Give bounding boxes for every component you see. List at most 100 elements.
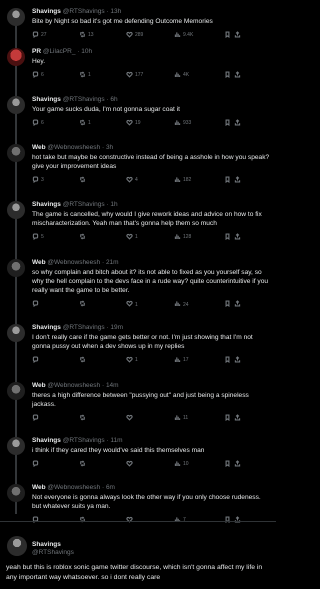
views-button[interactable]: 182 <box>174 176 224 185</box>
avatar[interactable] <box>7 259 25 277</box>
views-button[interactable]: 10 <box>174 460 224 469</box>
tweet-time[interactable]: 21m <box>106 259 119 266</box>
avatar[interactable] <box>7 437 25 455</box>
share-button[interactable] <box>234 30 244 40</box>
reply-button[interactable]: 3 <box>32 176 79 185</box>
author-handle[interactable]: @RTShavings <box>63 324 105 331</box>
reply-button[interactable]: 27 <box>32 31 79 40</box>
avatar[interactable] <box>7 96 25 114</box>
retweet-button[interactable]: 1 <box>79 71 126 80</box>
views-button[interactable]: 9.4K <box>174 31 224 40</box>
tweet-time[interactable]: 3h <box>106 144 113 151</box>
share-button[interactable] <box>234 356 244 365</box>
author-handle[interactable]: @RTShavings <box>63 8 105 15</box>
tweet[interactable]: Shavings @RTShavings · 11m i think if the… <box>0 433 276 469</box>
reply-button[interactable] <box>32 414 79 423</box>
avatar[interactable] <box>7 201 25 219</box>
author-handle[interactable]: @RTShavings <box>63 96 105 103</box>
author-name[interactable]: Shavings <box>32 541 270 549</box>
reply-button[interactable] <box>32 460 79 469</box>
author-handle[interactable]: @Webnowsheesh <box>47 259 100 266</box>
bookmark-button[interactable] <box>224 460 234 469</box>
avatar[interactable] <box>7 48 25 66</box>
bookmark-button[interactable] <box>224 233 234 242</box>
retweet-button[interactable] <box>79 176 126 185</box>
focused-author[interactable]: Shavings @RTShavings <box>32 541 270 557</box>
author-handle[interactable]: @Webnowsheesh <box>47 484 100 491</box>
retweet-button[interactable] <box>79 414 126 423</box>
avatar[interactable] <box>7 484 25 502</box>
tweet[interactable]: Shavings @RTShavings · 19m I don't really… <box>0 320 276 365</box>
author-name[interactable]: Shavings <box>32 437 61 444</box>
like-button[interactable]: 1 <box>126 300 174 309</box>
tweet-time[interactable]: 14m <box>106 382 119 389</box>
views-button[interactable]: 128 <box>174 233 224 242</box>
focused-tweet[interactable]: Shavings @RTShavings yeah but this is ro… <box>0 521 276 583</box>
author-handle[interactable]: @LilacPR_ <box>43 48 76 55</box>
share-button[interactable] <box>234 300 244 309</box>
tweet-time[interactable]: 1h <box>110 201 117 208</box>
avatar[interactable] <box>7 382 25 400</box>
reply-button[interactable]: 5 <box>32 233 79 242</box>
bookmark-button[interactable] <box>224 71 234 80</box>
like-button[interactable]: 19 <box>126 119 174 128</box>
reply-button[interactable] <box>32 356 79 365</box>
views-button[interactable]: 24 <box>174 300 224 309</box>
tweet[interactable]: Web @Webnowsheesh · 21m so why complain a… <box>0 255 276 310</box>
share-button[interactable] <box>234 233 244 242</box>
retweet-button[interactable]: 13 <box>79 31 126 40</box>
author-handle[interactable]: @Webnowsheesh <box>47 144 100 151</box>
bookmark-button[interactable] <box>224 300 234 309</box>
views-button[interactable]: 4K <box>174 71 224 80</box>
share-button[interactable] <box>234 118 244 128</box>
share-button[interactable] <box>234 414 244 423</box>
like-button[interactable]: 1 <box>126 233 174 242</box>
bookmark-button[interactable] <box>224 176 234 185</box>
avatar[interactable] <box>7 144 25 162</box>
share-button[interactable] <box>234 176 244 185</box>
views-button[interactable]: 11 <box>174 414 224 423</box>
avatar[interactable] <box>7 324 25 342</box>
tweet-time[interactable]: 6m <box>106 484 115 491</box>
author-name[interactable]: Web <box>32 484 46 491</box>
author-name[interactable]: PR <box>32 48 41 55</box>
tweet[interactable]: Web @Webnowsheesh · 3h hot take but maybe… <box>0 140 276 185</box>
retweet-button[interactable] <box>79 356 126 365</box>
reply-button[interactable]: 6 <box>32 71 79 80</box>
bookmark-button[interactable] <box>224 356 234 365</box>
like-button[interactable] <box>126 414 174 423</box>
views-button[interactable]: 17 <box>174 356 224 365</box>
author-name[interactable]: Web <box>32 259 46 266</box>
bookmark-button[interactable] <box>224 414 234 423</box>
tweet-time[interactable]: 11m <box>110 437 122 444</box>
tweet-time[interactable]: 13h <box>110 8 121 15</box>
tweet[interactable]: Shavings @RTShavings · 1h The game is can… <box>0 197 276 242</box>
like-button[interactable] <box>126 460 174 469</box>
retweet-button[interactable] <box>79 233 126 242</box>
tweet-time[interactable]: 6h <box>110 96 117 103</box>
tweet[interactable]: PR @LilacPR_ · 10h Hey. 6 1 177 4K <box>0 44 276 80</box>
reply-button[interactable] <box>32 300 79 309</box>
author-name[interactable]: Web <box>32 144 46 151</box>
like-button[interactable]: 4 <box>126 176 174 185</box>
author-name[interactable]: Shavings <box>32 8 61 15</box>
retweet-button[interactable] <box>79 460 126 469</box>
author-handle[interactable]: @Webnowsheesh <box>47 382 100 389</box>
tweet[interactable]: Web @Webnowsheesh · 14m theres a high dif… <box>0 378 276 423</box>
share-button[interactable] <box>234 70 244 80</box>
retweet-button[interactable]: 1 <box>79 119 126 128</box>
avatar[interactable] <box>7 8 25 26</box>
author-name[interactable]: Web <box>32 382 46 389</box>
author-handle[interactable]: @RTShavings <box>63 437 105 444</box>
author-handle[interactable]: @RTShavings <box>63 201 105 208</box>
author-name[interactable]: Shavings <box>32 324 61 331</box>
author-name[interactable]: Shavings <box>32 96 61 103</box>
tweet[interactable]: Web @Webnowsheesh · 6m Not everyone is go… <box>0 480 276 525</box>
tweet-time[interactable]: 19m <box>110 324 123 331</box>
bookmark-button[interactable] <box>224 119 234 128</box>
reply-button[interactable]: 6 <box>32 119 79 128</box>
like-button[interactable]: 1 <box>126 356 174 365</box>
bookmark-button[interactable] <box>224 31 234 40</box>
share-button[interactable] <box>234 459 244 469</box>
views-button[interactable]: 933 <box>174 119 224 128</box>
